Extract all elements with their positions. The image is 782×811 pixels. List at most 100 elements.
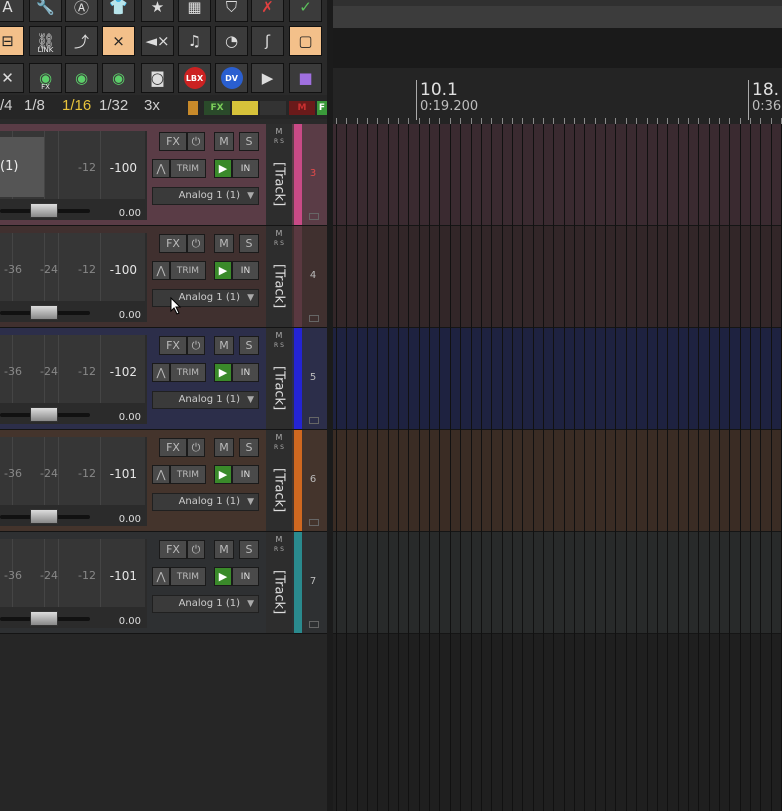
eye-shuffle-icon[interactable]: ◉ <box>102 63 135 93</box>
arrange-view[interactable]: 10.1 0:19.200 18. 0:36 <box>333 0 782 811</box>
mode-chip[interactable]: FX <box>204 101 230 115</box>
mode-chip[interactable]: M <box>289 101 315 115</box>
metronome-icon[interactable]: ♫ <box>178 26 211 56</box>
trim-button[interactable]: TRIM <box>170 261 206 280</box>
track-number-column[interactable]: 5 <box>302 328 324 429</box>
trim-button[interactable]: TRIM <box>170 159 206 178</box>
input-monitor-button[interactable]: IN <box>232 159 259 178</box>
checkmark-icon[interactable]: ✓ <box>289 0 322 22</box>
peak-readout[interactable]: -100 <box>110 161 137 175</box>
solo-button[interactable]: S <box>239 234 259 253</box>
folder-icon[interactable] <box>309 519 319 526</box>
record-monitor-play-icon[interactable]: ▶ <box>214 567 232 586</box>
link-icon[interactable]: ⛓ LINK <box>29 26 62 56</box>
record-monitor-play-icon[interactable]: ▶ <box>214 261 232 280</box>
solo-button[interactable]: S <box>239 132 259 151</box>
track-meter[interactable]: -36 -24 -12 -101 0.00 <box>0 437 147 526</box>
grid-eighth[interactable]: 1/8 <box>24 97 45 114</box>
track-lane[interactable] <box>333 328 782 430</box>
eye-icon[interactable]: ◉ <box>65 63 98 93</box>
grid-thirtysecond[interactable]: 1/32 <box>99 97 128 114</box>
trim-button[interactable]: TRIM <box>170 567 206 586</box>
grid-triplet[interactable]: 3x <box>144 97 160 114</box>
record-monitor-play-icon[interactable]: ▶ <box>214 159 232 178</box>
track-number-column[interactable]: 7 <box>302 532 324 633</box>
envelope-icon[interactable]: ⋀ <box>152 363 170 382</box>
star-icon[interactable]: ★ <box>141 0 174 22</box>
track-lane[interactable] <box>333 532 782 634</box>
track-name-column[interactable]: MR S [Track] <box>266 226 292 327</box>
track-meter[interactable]: -36 -24 -12 -102 0.00 <box>0 335 147 424</box>
shield-icon[interactable]: ⛉ <box>215 0 248 22</box>
video-icon[interactable]: ▶ <box>251 63 284 93</box>
track-number-column[interactable]: 4 <box>302 226 324 327</box>
peak-readout[interactable]: -100 <box>110 263 137 277</box>
mute-button[interactable]: M <box>214 234 234 253</box>
record-monitor-play-icon[interactable]: ▶ <box>214 465 232 484</box>
mute-button[interactable]: M <box>214 336 234 355</box>
track-name-column[interactable]: MR S [Track] <box>266 430 292 531</box>
envelope-icon[interactable]: ⋀ <box>152 465 170 484</box>
trim-button[interactable]: TRIM <box>170 465 206 484</box>
solo-button[interactable]: S <box>239 336 259 355</box>
arrange-marker-lane[interactable] <box>333 28 782 68</box>
fx-button[interactable]: FX <box>159 540 187 559</box>
envelope-icon[interactable]: ⋀ <box>152 567 170 586</box>
mode-chip[interactable] <box>188 101 198 115</box>
peak-readout[interactable]: -101 <box>110 569 137 583</box>
dv-icon[interactable]: DV <box>215 63 248 93</box>
envelope-icon[interactable]: ⋀ <box>152 261 170 280</box>
input-monitor-button[interactable]: IN <box>232 465 259 484</box>
peak-readout[interactable]: -102 <box>110 365 137 379</box>
volume-fader-knob[interactable] <box>30 407 58 422</box>
record-input-select[interactable]: Analog 1 (1) ▼ <box>152 595 259 613</box>
mute-button[interactable]: M <box>214 540 234 559</box>
purple-icon[interactable]: ■ <box>289 63 322 93</box>
track-lane[interactable] <box>333 430 782 532</box>
fx-button[interactable]: FX <box>159 234 187 253</box>
track-panel[interactable]: -36 -24 -12 -101 0.00 FX ⏻ M S ⋀ TRIM ▶ IN Analog 1 (… <box>0 430 327 532</box>
shirt-icon[interactable]: 👕 <box>102 0 135 22</box>
mute-button[interactable]: M <box>214 132 234 151</box>
track-name[interactable]: [Track] <box>266 450 292 530</box>
wrench-icon[interactable]: 🔧 <box>29 0 62 22</box>
mode-chip[interactable] <box>260 101 286 115</box>
solo-button[interactable]: S <box>239 540 259 559</box>
input-monitor-button[interactable]: IN <box>232 261 259 280</box>
fx-bypass-icon[interactable]: ⏻ <box>187 336 205 355</box>
track-panel[interactable]: -36 -24 -12 -102 0.00 FX ⏻ M S ⋀ TRIM ▶ IN Analog 1 (… <box>0 328 327 430</box>
track-panel[interactable]: -36 -24 -12 -101 0.00 FX ⏻ M S ⋀ TRIM ▶ IN Analog 1 (… <box>0 532 327 634</box>
track-meter[interactable]: (1) -12 -100 0.00 <box>0 131 147 220</box>
track-lane[interactable] <box>333 226 782 328</box>
volume-fader-knob[interactable] <box>30 305 58 320</box>
fx-button[interactable]: FX <box>159 438 187 457</box>
track-meter[interactable]: -36 -24 -12 -100 0.00 <box>0 233 147 322</box>
track-name[interactable]: [Track] <box>266 246 292 326</box>
track-number-column[interactable]: 3 <box>302 124 324 225</box>
volume-fader-knob[interactable] <box>30 611 58 626</box>
fx-bypass-icon[interactable]: ⏻ <box>187 438 205 457</box>
fx-bypass-icon[interactable]: ⏻ <box>187 540 205 559</box>
record-monitor-play-icon[interactable]: ▶ <box>214 363 232 382</box>
speaker-icon[interactable]: ◙ <box>141 63 174 93</box>
record-input-select[interactable]: Analog 1 (1) ▼ <box>152 391 259 409</box>
ripple-icon[interactable]: ⤴ <box>65 26 98 56</box>
track-number-column[interactable]: 6 <box>302 430 324 531</box>
volume-fader-knob[interactable] <box>30 509 58 524</box>
volume-fader-knob[interactable] <box>30 203 58 218</box>
crossfade-icon[interactable]: ⨯ <box>102 26 135 56</box>
timeline-ruler[interactable]: 10.1 0:19.200 18. 0:36 <box>333 68 782 124</box>
anarchy-icon[interactable]: Ⓐ <box>65 0 98 22</box>
grid-quarter[interactable]: /4 <box>0 97 13 114</box>
track-name-column[interactable]: MR S [Track] <box>266 328 292 429</box>
folder-icon[interactable] <box>309 315 319 322</box>
track-meter[interactable]: -36 -24 -12 -101 0.00 <box>0 539 147 628</box>
grid-lines-icon[interactable]: ▦ <box>178 0 211 22</box>
folder-icon[interactable] <box>309 621 319 628</box>
folder-icon[interactable] <box>309 213 319 220</box>
folder-icon[interactable] <box>309 417 319 424</box>
fx-button[interactable]: FX <box>159 336 187 355</box>
trim-button[interactable]: TRIM <box>170 363 206 382</box>
fx-button[interactable]: FX <box>159 132 187 151</box>
red-x-icon[interactable]: ✗ <box>251 0 284 22</box>
